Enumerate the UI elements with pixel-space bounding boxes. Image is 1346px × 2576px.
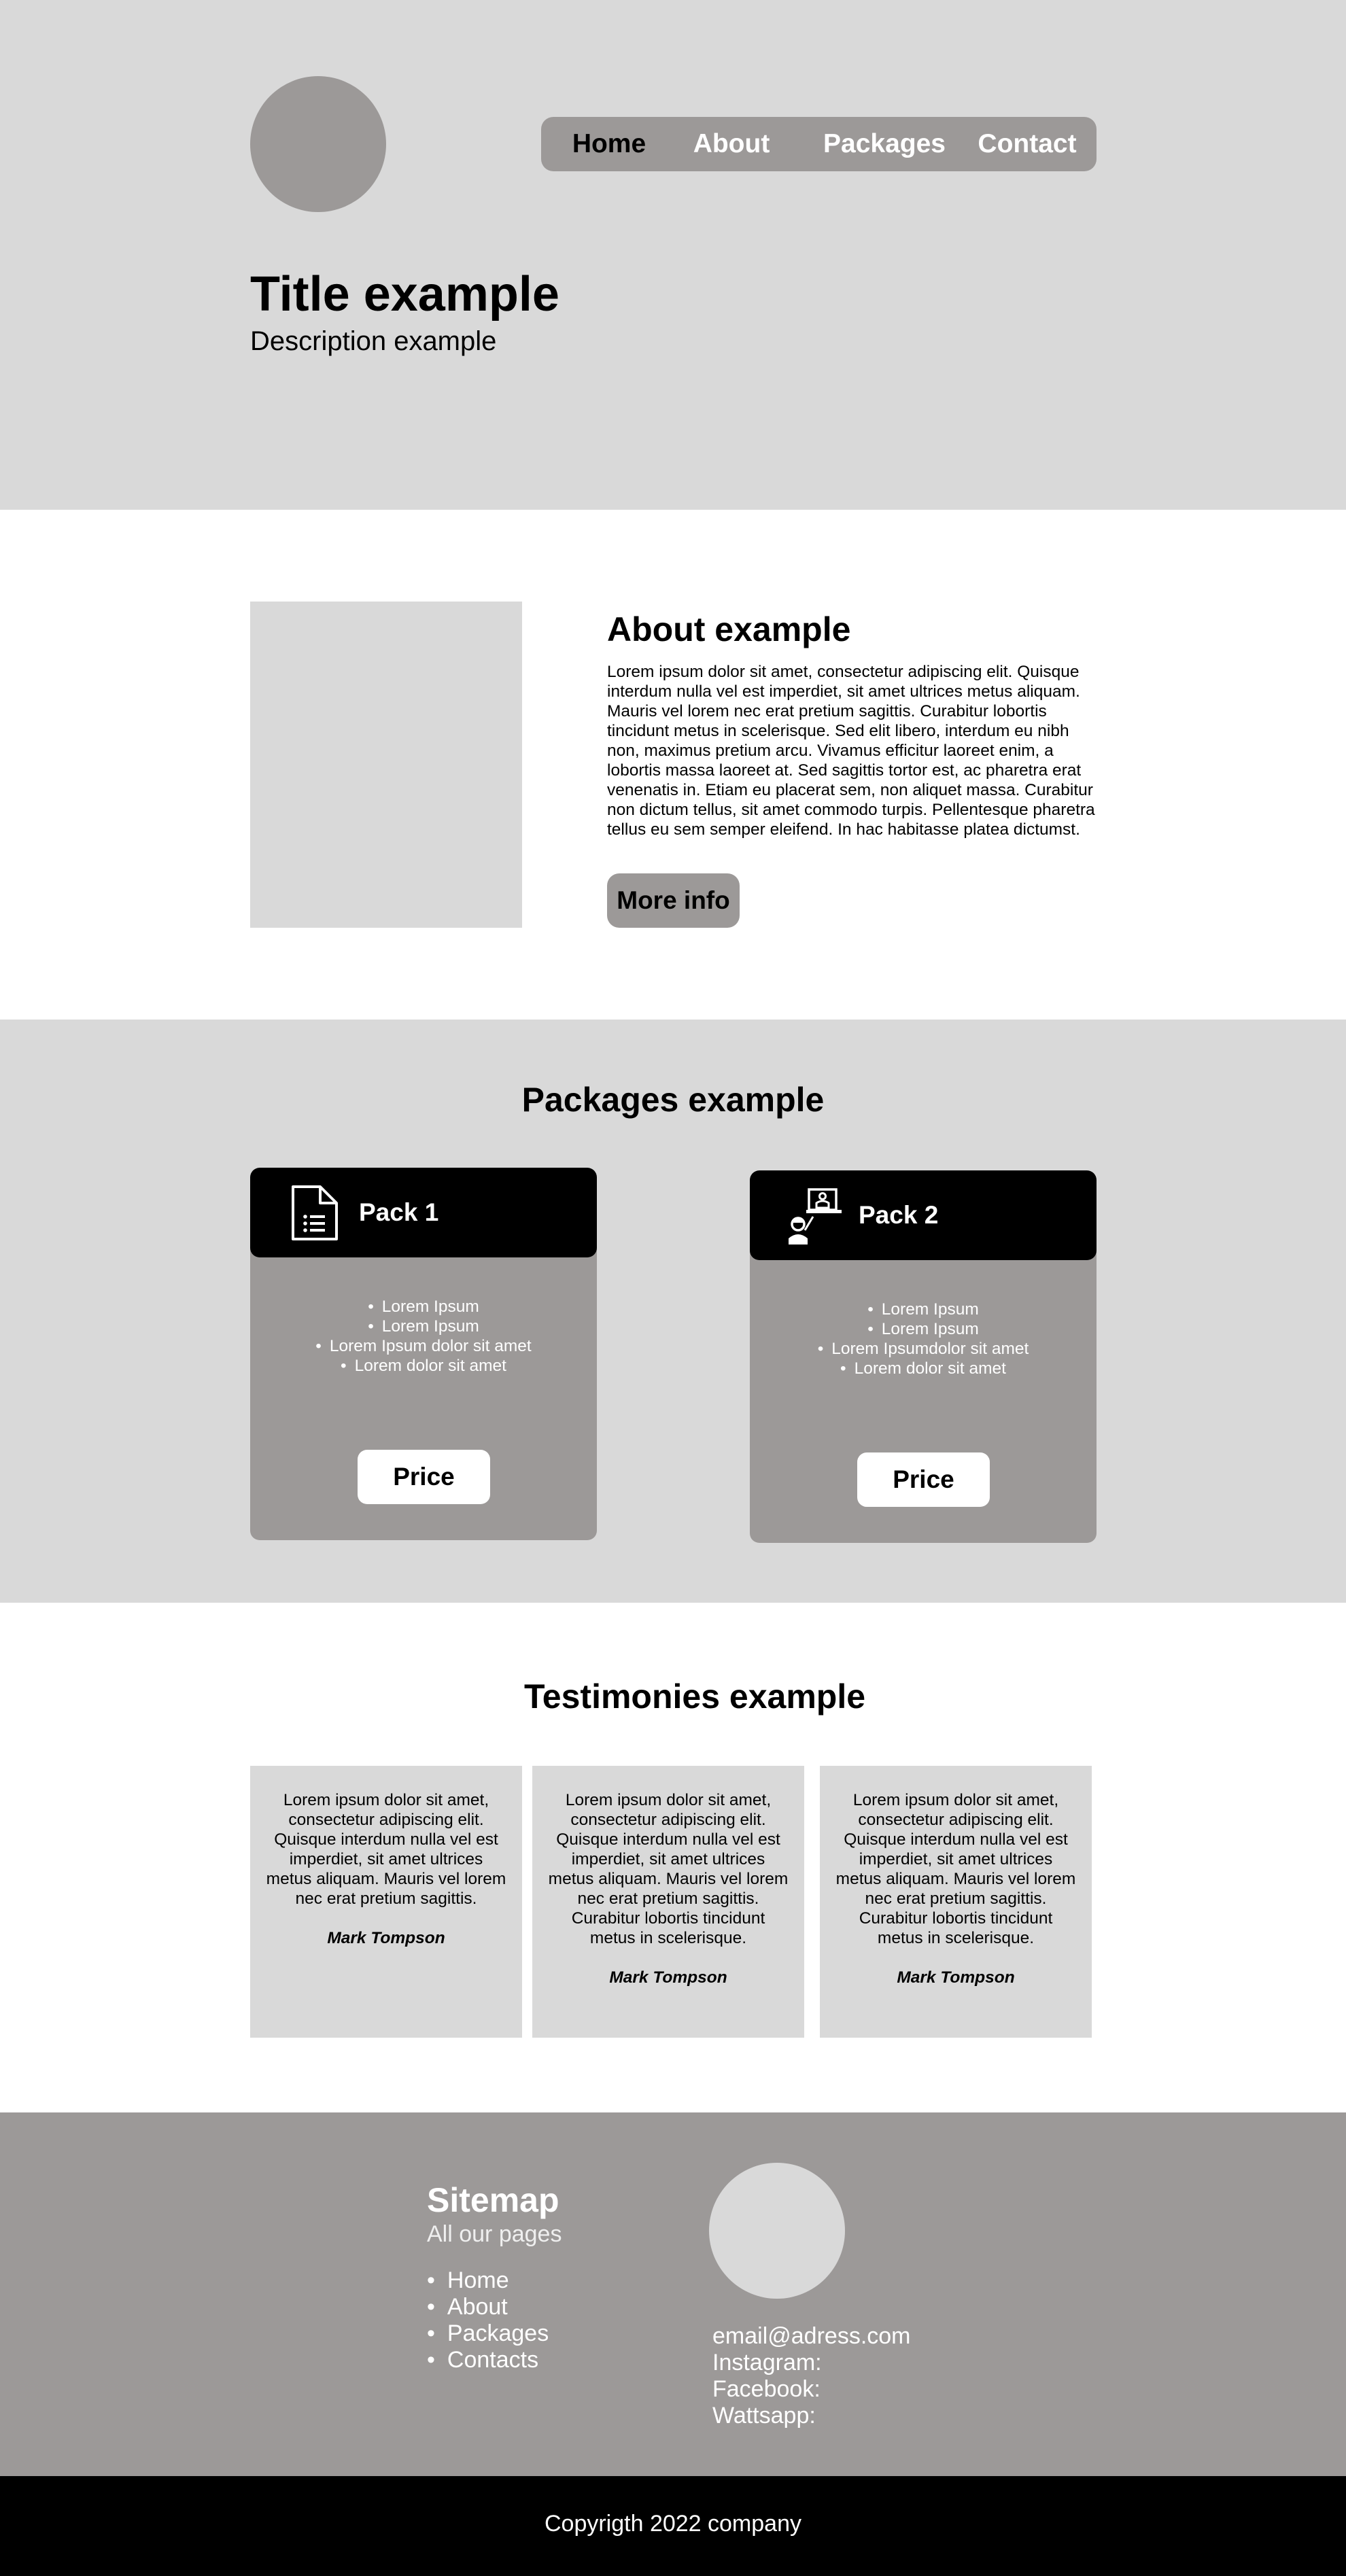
package-card-1: Pack 1 Lorem Ipsum Lorem Ipsum Lorem Ips… <box>250 1168 597 1540</box>
package-feature: Lorem Ipsum <box>250 1317 597 1336</box>
about-title: About example <box>607 610 851 648</box>
package-header: Pack 1 <box>250 1168 597 1257</box>
package-features: Lorem Ipsum Lorem Ipsum Lorem Ipsum dolo… <box>250 1297 597 1376</box>
online-teacher-icon <box>789 1188 842 1245</box>
testimony-author: Mark Tompson <box>897 1968 1015 1987</box>
packages-title: Packages example <box>521 1081 825 1119</box>
package-feature: Lorem dolor sit amet <box>750 1359 1097 1378</box>
sitemap-item: Packages <box>427 2320 549 2347</box>
contact-whatsapp[interactable]: Wattsapp: <box>712 2403 911 2429</box>
package-feature: Lorem Ipsumdolor sit amet <box>750 1339 1097 1359</box>
sitemap-subtitle: All our pages <box>427 2221 562 2247</box>
package-name: Pack 1 <box>359 1198 439 1226</box>
testimony-text: Lorem ipsum dolor sit amet, consectetur … <box>835 1790 1077 1987</box>
sitemap-links: Home About Packages Contacts <box>427 2267 549 2373</box>
sitemap-link-contacts[interactable]: Contacts <box>447 2347 538 2373</box>
testimony-card-2: Lorem ipsum dolor sit amet, consectetur … <box>532 1766 804 2038</box>
about-image-placeholder <box>250 602 522 928</box>
sitemap-title: Sitemap <box>427 2181 559 2219</box>
footer-logo <box>709 2163 845 2299</box>
nav-item-home[interactable]: Home <box>555 117 663 171</box>
testimony-quote: Lorem ipsum dolor sit amet, consectetur … <box>835 1791 1076 1947</box>
more-info-button[interactable]: More info <box>607 873 740 928</box>
about-text: Lorem ipsum dolor sit amet, consectetur … <box>607 663 1095 839</box>
nav-item-packages[interactable]: Packages <box>813 117 956 171</box>
testimony-text: Lorem ipsum dolor sit amet, consectetur … <box>265 1790 507 1948</box>
testimony-card-1: Lorem ipsum dolor sit amet, consectetur … <box>250 1766 522 2038</box>
hero-section <box>0 0 1346 510</box>
package-feature: Lorem Ipsum <box>750 1300 1097 1319</box>
package-card-2: Pack 2 Lorem Ipsum Lorem Ipsum Lorem Ips… <box>750 1170 1097 1543</box>
testimonies-title: Testimonies example <box>523 1677 866 1716</box>
package-header: Pack 2 <box>750 1170 1097 1260</box>
logo[interactable] <box>250 76 386 212</box>
testimony-quote: Lorem ipsum dolor sit amet, consectetur … <box>548 1791 789 1947</box>
package-features: Lorem Ipsum Lorem Ipsum Lorem Ipsumdolor… <box>750 1300 1097 1378</box>
testimony-author: Mark Tompson <box>609 1968 727 1987</box>
package-name: Pack 2 <box>859 1201 939 1229</box>
package-feature: Lorem Ipsum <box>750 1319 1097 1339</box>
sitemap-item: About <box>427 2294 549 2320</box>
contact-list: email@adress.com Instagram: Facebook: Wa… <box>712 2323 911 2429</box>
package-feature: Lorem Ipsum dolor sit amet <box>250 1336 597 1356</box>
copyright-text: Copyrigth 2022 company <box>544 2511 801 2537</box>
page-title: Title example <box>250 267 559 321</box>
document-list-icon <box>292 1185 338 1240</box>
footer <box>0 2112 1346 2476</box>
nav-item-contact[interactable]: Contact <box>966 117 1088 171</box>
price-button[interactable]: Price <box>358 1450 490 1504</box>
package-feature: Lorem Ipsum <box>250 1297 597 1317</box>
testimony-card-3: Lorem ipsum dolor sit amet, consectetur … <box>820 1766 1092 2038</box>
testimony-text: Lorem ipsum dolor sit amet, consectetur … <box>547 1790 789 1987</box>
contact-instagram[interactable]: Instagram: <box>712 2350 911 2376</box>
contact-email[interactable]: email@adress.com <box>712 2323 911 2350</box>
sitemap-item: Contacts <box>427 2347 549 2373</box>
nav-item-about[interactable]: About <box>677 117 786 171</box>
sitemap-item: Home <box>427 2267 549 2294</box>
sitemap-link-home[interactable]: Home <box>447 2267 509 2293</box>
sitemap-link-about[interactable]: About <box>447 2294 508 2320</box>
contact-facebook[interactable]: Facebook: <box>712 2376 911 2403</box>
testimony-author: Mark Tompson <box>327 1929 445 1947</box>
main-nav: Home About Packages Contact <box>541 117 1097 171</box>
page-description: Description example <box>250 326 497 356</box>
price-button[interactable]: Price <box>857 1452 990 1507</box>
package-feature: Lorem dolor sit amet <box>250 1356 597 1376</box>
testimony-quote: Lorem ipsum dolor sit amet, consectetur … <box>266 1791 506 1908</box>
sitemap-link-packages[interactable]: Packages <box>447 2320 549 2346</box>
